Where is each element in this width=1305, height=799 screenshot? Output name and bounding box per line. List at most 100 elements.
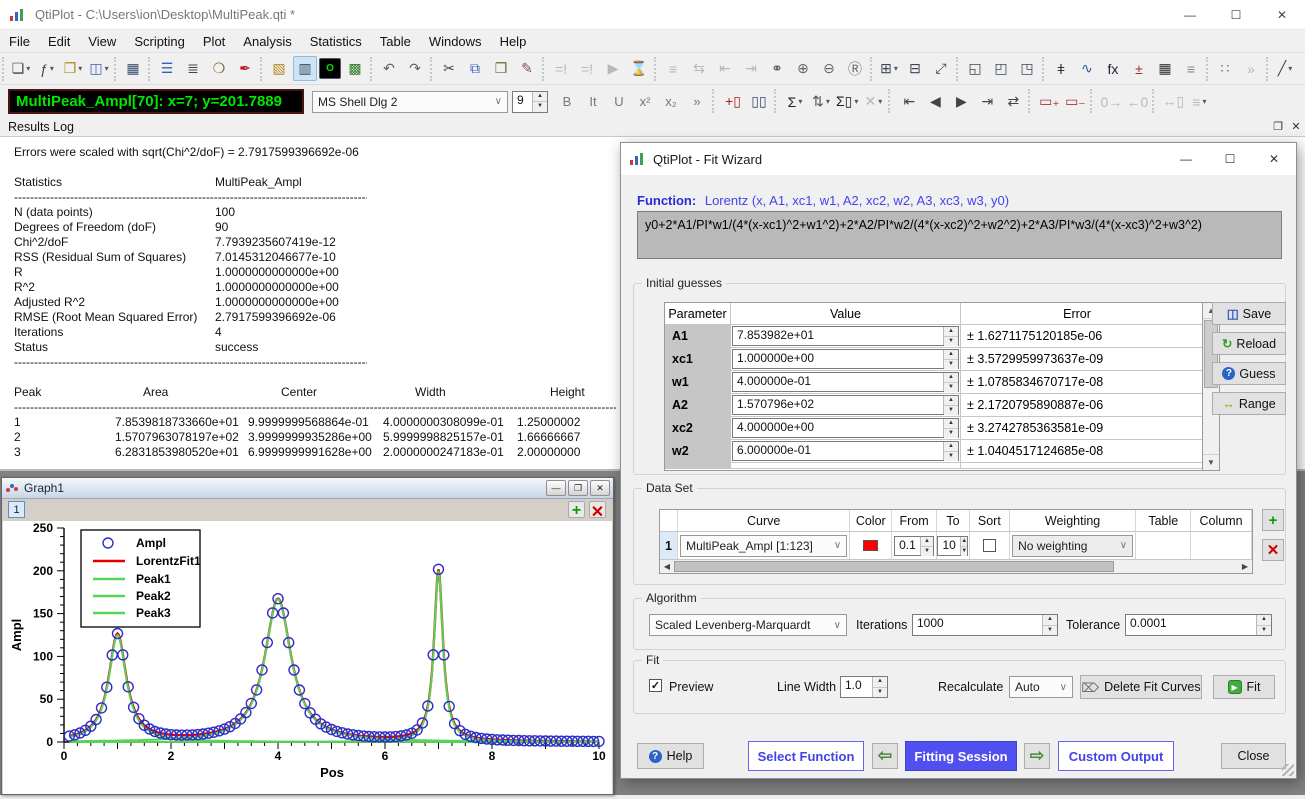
remove-layer-button[interactable]: ✕ — [589, 501, 606, 518]
custom-output-button[interactable]: Custom Output — [1058, 741, 1174, 771]
plot-wizard-icon[interactable]: ∷ — [1213, 56, 1237, 81]
bold-button[interactable]: B — [555, 89, 579, 114]
curve-combo[interactable]: MultiPeak_Ampl [1:123]∨ — [680, 535, 847, 557]
menu-plot[interactable]: Plot — [194, 32, 234, 51]
menu-file[interactable]: File — [0, 32, 39, 51]
menu-view[interactable]: View — [79, 32, 125, 51]
add-inset-layer-icon[interactable]: ⊟ — [903, 56, 927, 81]
previous-page-button[interactable]: ⇦ — [872, 743, 898, 769]
table-grid-icon[interactable]: ▦ — [1153, 56, 1177, 81]
save-project-icon[interactable]: ◫ — [87, 56, 111, 81]
sort-icon[interactable]: ⇅ — [809, 89, 833, 114]
sum-icon[interactable]: Σ — [783, 89, 807, 114]
outdent-icon[interactable]: ⇥ — [739, 56, 763, 81]
add-layer-icon[interactable]: ⊞ — [877, 56, 901, 81]
graph-restore-button[interactable]: ❐ — [568, 480, 588, 496]
menu-edit[interactable]: Edit — [39, 32, 79, 51]
column-width-icon[interactable]: ↔▯ — [1161, 89, 1185, 114]
dialog-maximize-button[interactable]: ☐ — [1208, 143, 1252, 175]
maximize-button[interactable]: ☐ — [1213, 0, 1259, 30]
arrange-grid-icon[interactable]: ◰ — [989, 56, 1013, 81]
menu-statistics[interactable]: Statistics — [301, 32, 371, 51]
more-format-button[interactable]: » — [685, 89, 709, 114]
plot-function-icon[interactable]: ƒ — [35, 56, 59, 81]
underline-button[interactable]: U — [607, 89, 631, 114]
go-last-icon[interactable]: ⇥ — [975, 89, 999, 114]
more-draw-icon[interactable]: » — [1299, 56, 1305, 81]
script-console-icon[interactable]: O — [319, 58, 341, 79]
help-button[interactable]: ?Help — [637, 743, 704, 769]
hscroll-thumb[interactable] — [674, 561, 1114, 572]
draw-line-icon[interactable]: ╱ — [1273, 56, 1297, 81]
recalculate-combo[interactable]: Auto∨ — [1009, 676, 1073, 698]
redo-icon[interactable]: ↷ — [403, 56, 427, 81]
resize-grip[interactable] — [1282, 764, 1294, 776]
minimize-button[interactable]: — — [1167, 0, 1213, 30]
remove-curve-button[interactable]: ✕ — [1262, 539, 1284, 561]
copy-icon[interactable]: ⧉ — [463, 56, 487, 81]
add-column-icon[interactable]: +▯ — [721, 89, 745, 114]
layer-tab-1[interactable]: 1 — [8, 501, 25, 518]
number-format-icon[interactable]: 0→ — [1099, 89, 1123, 114]
find-icon[interactable]: ⚭ — [765, 56, 789, 81]
select-function-button[interactable]: Select Function — [748, 741, 864, 771]
add-row-icon[interactable]: ▭₊ — [1037, 89, 1061, 114]
scroll-down-icon[interactable]: ▼ — [1203, 454, 1219, 470]
subscript-button[interactable]: x₂ — [659, 89, 683, 114]
plot-canvas[interactable]: 0246810050100150200250PosAmplAmplLorentz… — [3, 521, 612, 794]
graph-titlebar[interactable]: Graph1 — ❐ ✕ — [2, 478, 613, 499]
uncomment-icon[interactable]: ⇆ — [687, 56, 711, 81]
print-icon[interactable]: ≣ — [181, 56, 205, 81]
tolerance-spinner[interactable]: 0.0001▲▼ — [1125, 614, 1272, 636]
delete-data-icon[interactable]: ✕ — [861, 89, 885, 114]
dialog-minimize-button[interactable]: — — [1164, 143, 1208, 175]
indent-icon[interactable]: ⇤ — [713, 56, 737, 81]
reload-button[interactable]: ↻Reload — [1212, 332, 1286, 355]
menu-scripting[interactable]: Scripting — [125, 32, 194, 51]
menu-windows[interactable]: Windows — [420, 32, 491, 51]
color-cell[interactable] — [850, 532, 892, 559]
sort-checkbox[interactable] — [983, 539, 996, 552]
font-combo[interactable]: MS Shell Dlg 2∨ — [312, 91, 508, 113]
scroll-left-icon[interactable]: ◀ — [660, 560, 674, 573]
set-values-icon[interactable]: ± — [1127, 56, 1151, 81]
guess-button[interactable]: ?Guess — [1212, 362, 1286, 385]
superscript-button[interactable]: x² — [633, 89, 657, 114]
value-spinner[interactable]: 7.853982e+01▲▼ — [732, 326, 959, 346]
algorithm-combo[interactable]: Scaled Levenberg-Marquardt∨ — [649, 614, 847, 636]
save-button[interactable]: ◫Save — [1212, 302, 1286, 325]
dock-close-icon[interactable]: ✕ — [1287, 120, 1305, 133]
error-bars-icon[interactable]: ǂ — [1049, 56, 1073, 81]
menu-table[interactable]: Table — [371, 32, 420, 51]
dock-float-icon[interactable]: ❐ — [1269, 120, 1287, 133]
evaluate-icon[interactable]: ⌛ — [627, 56, 651, 81]
add-function-curve-icon[interactable]: ∿ — [1075, 56, 1099, 81]
extract-layers-icon[interactable]: ≡ — [1179, 56, 1203, 81]
value-spinner[interactable]: 1.570796e+02▲▼ — [732, 395, 959, 415]
graph-close-button[interactable]: ✕ — [590, 480, 610, 496]
preview-checkbox[interactable]: ✓ — [649, 679, 662, 692]
image-profile-icon[interactable]: ▩ — [343, 56, 367, 81]
delete-fit-curves-button[interactable]: ⌦Delete Fit Curves — [1080, 675, 1202, 699]
fit-wizard-titlebar[interactable]: QtiPlot - Fit Wizard — ☐ ✕ — [621, 143, 1296, 175]
new-table-icon[interactable]: ▦ — [121, 56, 145, 81]
range-button[interactable]: ↔Range — [1212, 392, 1286, 415]
fit-button[interactable]: ▶Fit — [1213, 675, 1275, 699]
more-tools-icon[interactable]: » — [1239, 56, 1263, 81]
color-swatch[interactable] — [863, 540, 878, 551]
close-dialog-button[interactable]: Close — [1221, 743, 1286, 769]
go-next-icon[interactable]: ▶ — [949, 89, 973, 114]
export-pdf-icon[interactable]: ✒ — [233, 56, 257, 81]
to-spinner[interactable]: 10▲▼ — [937, 536, 968, 556]
print-preview-icon[interactable]: ❍ — [207, 56, 231, 81]
comment-icon[interactable]: ≡ — [661, 56, 685, 81]
close-button[interactable]: ✕ — [1259, 0, 1305, 30]
line-width-spinner[interactable]: 1.0▲▼ — [840, 676, 888, 698]
add-layer-button[interactable]: + — [568, 501, 585, 518]
value-spinner[interactable]: 4.000000e+00▲▼ — [732, 418, 959, 438]
arrange-layers-icon[interactable]: ◱ — [963, 56, 987, 81]
results-log-icon[interactable]: ▥ — [293, 56, 317, 81]
layout-icon[interactable]: ☰ — [155, 56, 179, 81]
fx-icon[interactable]: fx — [1101, 56, 1125, 81]
clear-icon[interactable]: ✎ — [515, 56, 539, 81]
